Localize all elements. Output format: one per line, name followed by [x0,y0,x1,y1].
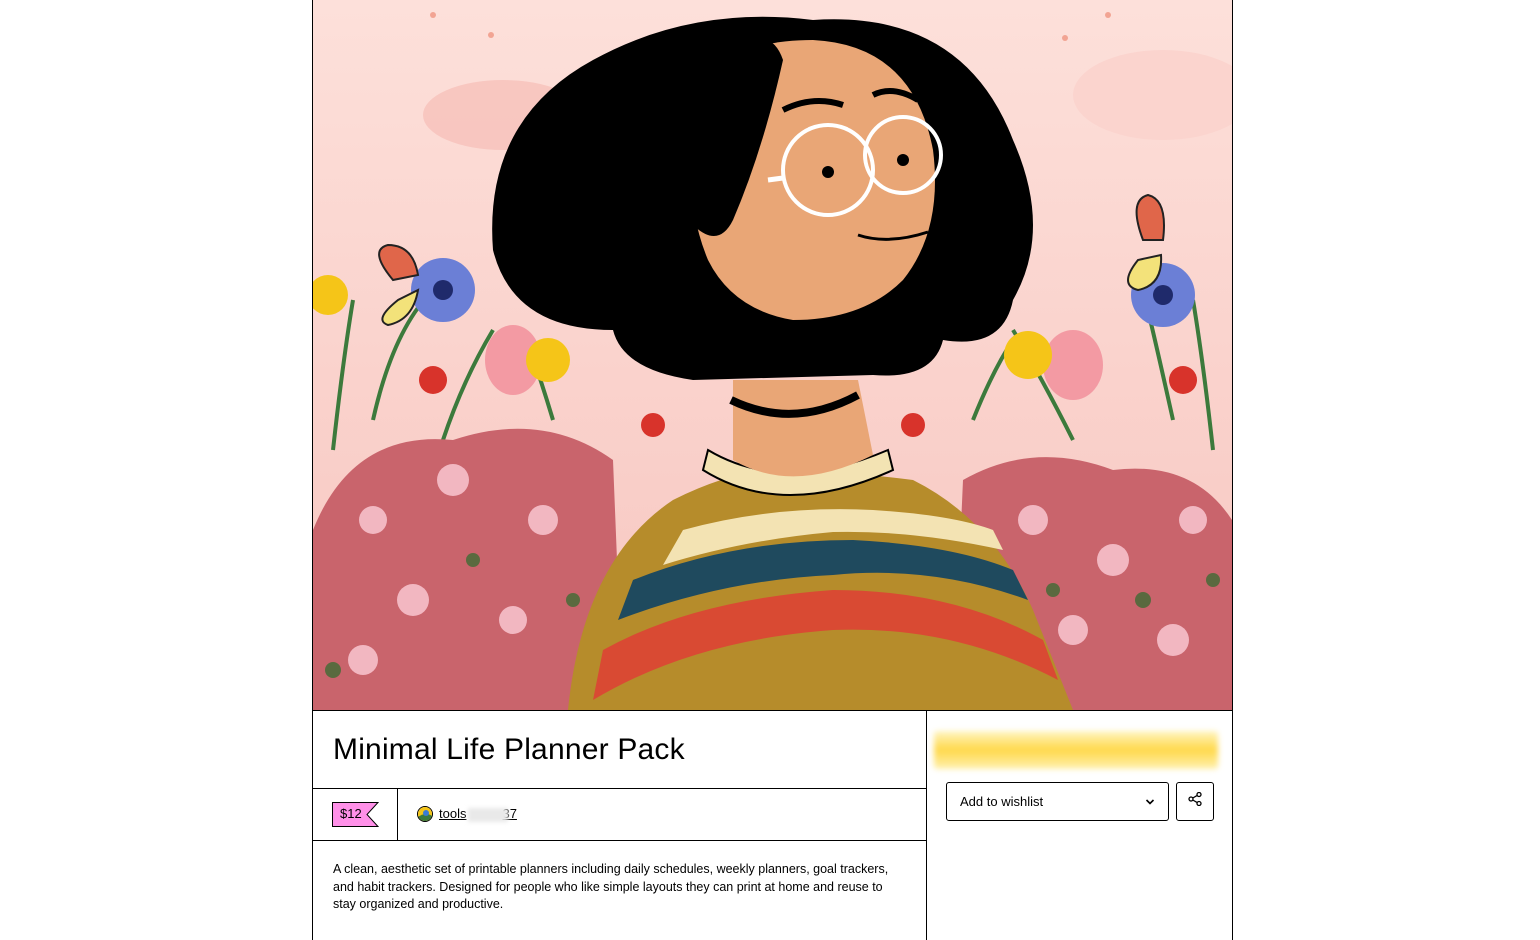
product-info: Minimal Life Planner Pack $12 tools 37 A… [313,710,926,940]
product-description: A clean, aesthetic set of printable plan… [333,862,889,911]
price-tag: $12 [332,802,379,827]
product-cover-image [313,0,1232,710]
buy-button-redacted[interactable] [934,731,1218,769]
price-label: $12 [340,806,362,821]
seller-info[interactable]: tools 37 [417,806,517,822]
wishlist-label: Add to wishlist [960,794,1044,809]
product-page: Minimal Life Planner Pack $12 tools 37 A… [312,0,1233,940]
purchase-panel: Add to wishlist [926,710,1232,940]
price-cell: $12 [313,789,398,840]
seller-name-start: tools [439,806,467,822]
seller-avatar[interactable] [417,806,433,822]
seller-name-link[interactable]: tools 37 [439,806,517,822]
share-button[interactable] [1176,782,1214,821]
product-meta-row: $12 tools 37 [313,788,926,841]
share-icon [1188,791,1202,811]
add-to-wishlist-button[interactable]: Add to wishlist [946,782,1169,821]
product-title: Minimal Life Planner Pack [333,733,685,766]
seller-name-redaction [468,807,509,822]
chevron-down-icon [1145,794,1155,809]
